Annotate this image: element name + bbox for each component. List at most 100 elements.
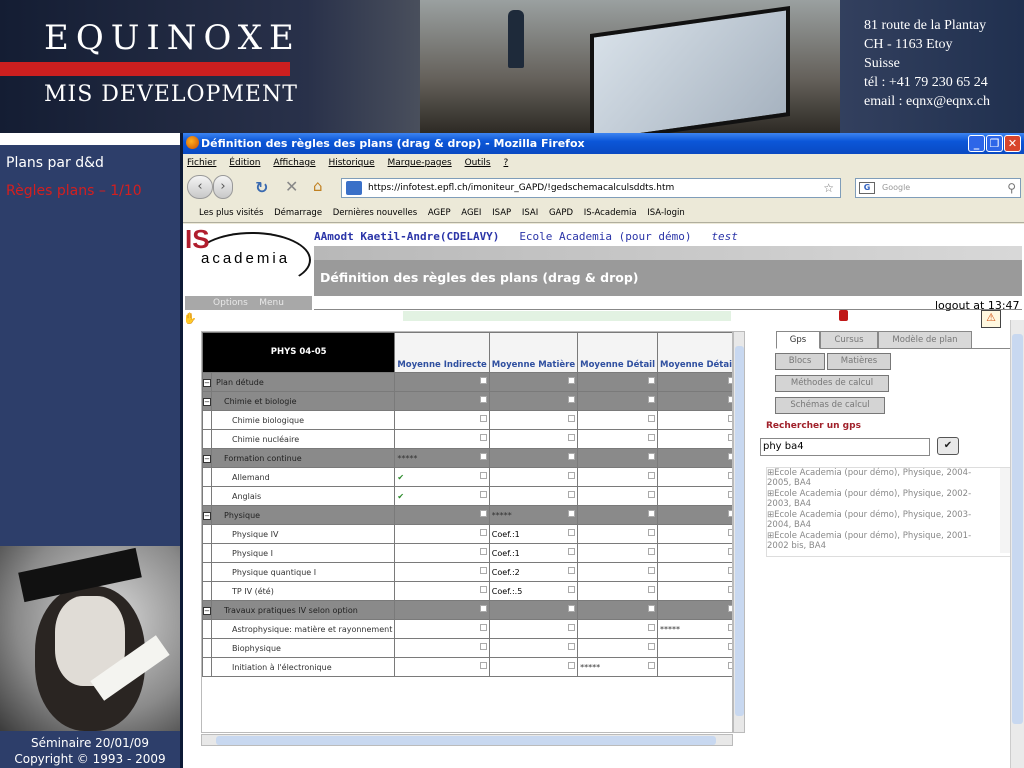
cell-clear-icon[interactable] (648, 624, 656, 631)
site-identity-icon[interactable] (346, 181, 362, 195)
drop-zone-strip[interactable] (403, 311, 731, 321)
grid-cell[interactable] (577, 391, 659, 411)
bookmark-star-icon[interactable]: ☆ (823, 179, 834, 197)
close-icon[interactable]: ✕ (1004, 135, 1021, 152)
grid-cell[interactable] (577, 486, 659, 506)
result-item[interactable]: ⊞Ecole Academia (pour démo), Physique, 2… (767, 468, 987, 488)
tab-gps[interactable]: Gps (776, 331, 820, 349)
cell-clear-icon[interactable] (479, 643, 487, 650)
bookmark-item[interactable]: IS-Academia (584, 208, 637, 218)
grid-vertical-scrollbar[interactable] (733, 331, 745, 733)
grid-cell[interactable]: ***** (488, 505, 579, 525)
cell-clear-icon[interactable] (479, 377, 487, 384)
search-icon[interactable]: ⚲ (1007, 179, 1016, 197)
row-label[interactable]: Physique quantique I (210, 562, 396, 582)
bookmark-item[interactable]: ISA-login (647, 208, 684, 218)
bookmark-item[interactable]: Les plus visités (199, 208, 263, 218)
cell-clear-icon[interactable] (568, 643, 576, 650)
grid-cell[interactable] (488, 448, 579, 468)
result-item[interactable]: ⊞Ecole Academia (pour démo), Physique, 2… (767, 531, 987, 551)
cell-clear-icon[interactable] (479, 662, 487, 669)
bookmark-item[interactable]: ISAI (522, 208, 538, 218)
grid-cell[interactable] (394, 562, 490, 582)
bookmark-item[interactable]: ISAP (492, 208, 511, 218)
grid-column-header[interactable]: Moyenne Détail (577, 332, 659, 373)
row-label[interactable]: Physique I (210, 543, 396, 563)
grid-cell[interactable] (577, 410, 659, 430)
cell-clear-icon[interactable] (479, 548, 487, 555)
grid-cell[interactable] (394, 372, 490, 392)
grid-cell[interactable] (577, 505, 659, 525)
cell-clear-icon[interactable] (568, 377, 576, 384)
grid-cell[interactable]: Coef.:2 (488, 562, 579, 582)
grid-cell[interactable] (577, 581, 659, 601)
cell-clear-icon[interactable] (479, 472, 487, 479)
cell-clear-icon[interactable] (648, 472, 656, 479)
cell-clear-icon[interactable] (648, 396, 656, 403)
grid-cell[interactable] (488, 600, 579, 620)
row-label[interactable]: Initiation à l'électronique (210, 657, 396, 677)
subtab-schemas-calcul[interactable]: Schémas de calcul (775, 397, 885, 414)
grid-cell[interactable] (577, 619, 659, 639)
grid-cell[interactable] (577, 448, 659, 468)
cell-clear-icon[interactable] (568, 491, 576, 498)
cell-clear-icon[interactable] (479, 396, 487, 403)
cell-clear-icon[interactable] (479, 453, 487, 460)
home-icon[interactable]: ⌂ (313, 177, 323, 195)
row-label[interactable]: Biophysique (210, 638, 396, 658)
sidebar-item-plans[interactable]: Plans par d&d (6, 155, 104, 171)
grid-cell[interactable]: Coef.:1 (488, 524, 579, 544)
cell-clear-icon[interactable] (648, 453, 656, 460)
grid-cell[interactable] (577, 429, 659, 449)
grid-cell[interactable] (577, 524, 659, 544)
cell-clear-icon[interactable] (479, 491, 487, 498)
bookmark-item[interactable]: AGEP (428, 208, 451, 218)
result-item[interactable]: ⊞Ecole Academia (pour démo), Physique, 2… (767, 510, 987, 530)
search-confirm-button[interactable]: ✔ (937, 437, 959, 455)
row-label[interactable]: Chimie biologique (210, 410, 396, 430)
grid-cell[interactable]: ✔ (394, 486, 490, 506)
cell-clear-icon[interactable] (568, 415, 576, 422)
grid-cell[interactable] (657, 505, 732, 525)
cell-clear-icon[interactable] (568, 567, 576, 574)
grid-cell[interactable]: Coef.:1 (488, 543, 579, 563)
grid-cell[interactable] (657, 543, 732, 563)
grid-cell[interactable] (657, 581, 732, 601)
row-label[interactable]: Chimie nucléaire (210, 429, 396, 449)
cell-clear-icon[interactable] (479, 567, 487, 574)
cell-clear-icon[interactable] (479, 434, 487, 441)
grid-cell[interactable]: ***** (657, 619, 732, 639)
result-item[interactable]: ⊞Ecole Academia (pour démo), Physique, 2… (767, 489, 987, 509)
restore-icon[interactable]: ❐ (986, 135, 1003, 152)
grid-column-header[interactable]: Moyenne Détail (657, 332, 732, 373)
tab-modele-de-plan[interactable]: Modèle de plan (878, 331, 972, 349)
grid-cell[interactable] (488, 429, 579, 449)
cell-clear-icon[interactable] (648, 434, 656, 441)
grid-cell[interactable] (657, 600, 732, 620)
grid-cell[interactable] (488, 619, 579, 639)
cell-clear-icon[interactable] (648, 415, 656, 422)
cell-clear-icon[interactable] (648, 567, 656, 574)
row-label[interactable]: Physique (210, 505, 396, 525)
menu-marque-pages[interactable]: Marque-pages (388, 158, 452, 168)
cell-clear-icon[interactable] (479, 605, 487, 612)
cell-clear-icon[interactable] (479, 415, 487, 422)
scroll-thumb[interactable] (735, 346, 744, 716)
grid-horizontal-scrollbar[interactable] (201, 734, 733, 746)
grid-cell[interactable] (577, 600, 659, 620)
cell-clear-icon[interactable] (479, 529, 487, 536)
cell-clear-icon[interactable] (648, 510, 656, 517)
grid-cell[interactable] (488, 372, 579, 392)
cell-clear-icon[interactable] (568, 510, 576, 517)
cell-clear-icon[interactable] (648, 586, 656, 593)
menu-affichage[interactable]: Affichage (273, 158, 315, 168)
search-gps-input[interactable]: phy ba4 (760, 438, 930, 456)
grid-cell[interactable] (577, 372, 659, 392)
bookmark-item[interactable]: GAPD (549, 208, 573, 218)
grid-column-header[interactable]: Moyenne Indirecte (394, 332, 490, 373)
cell-clear-icon[interactable] (648, 377, 656, 384)
grid-column-header[interactable]: Moyenne Matière (488, 332, 579, 373)
grid-cell[interactable] (394, 638, 490, 658)
menu-historique[interactable]: Historique (328, 158, 374, 168)
grid-cell[interactable] (577, 467, 659, 487)
